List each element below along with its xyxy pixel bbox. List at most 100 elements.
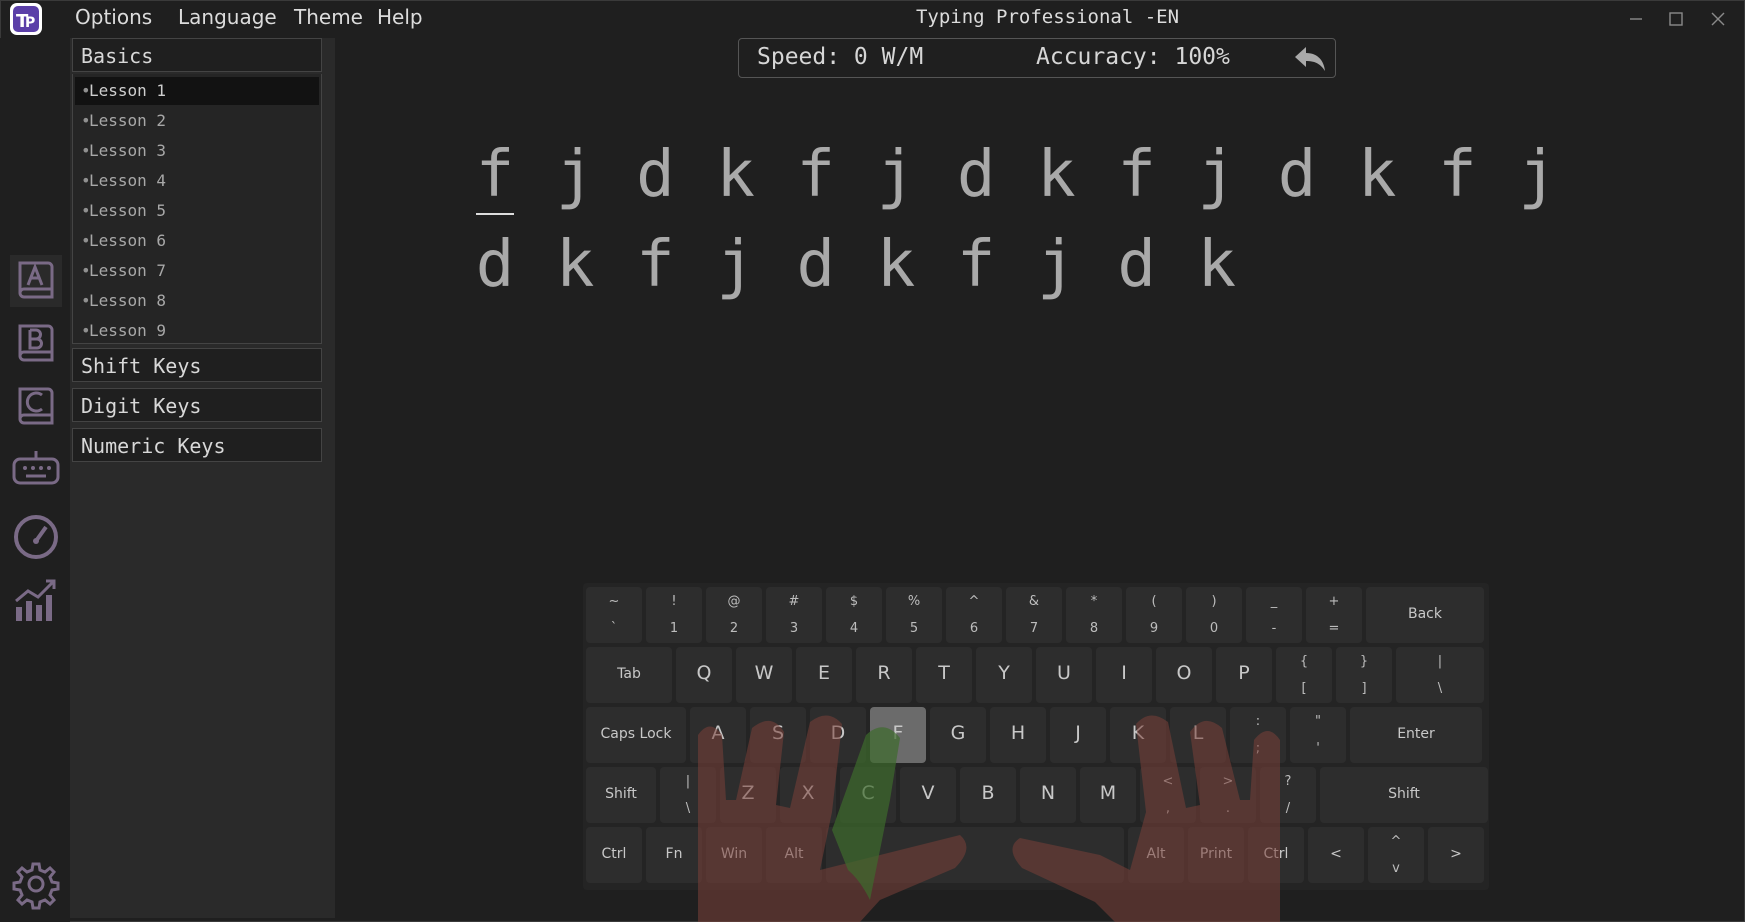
key-v[interactable]: V xyxy=(900,767,956,823)
key-left-arrow[interactable]: < xyxy=(1308,827,1364,883)
category-digit-keys[interactable]: Digit Keys xyxy=(72,388,322,422)
key-space[interactable] xyxy=(826,827,1124,883)
key-ctrl[interactable]: Ctrl xyxy=(1248,827,1304,883)
key-symbol[interactable]: * 8 xyxy=(1066,587,1122,643)
lesson-item[interactable]: • Lesson 7 xyxy=(75,257,319,285)
key-a[interactable]: A xyxy=(690,707,746,763)
key-shift-label: } xyxy=(1359,654,1369,669)
key-enter[interactable]: Enter xyxy=(1350,707,1482,763)
key-symbol[interactable]: ~ ` xyxy=(586,587,642,643)
key-label: = xyxy=(1328,621,1340,636)
key-s[interactable]: S xyxy=(750,707,806,763)
key-symbol[interactable]: ! 1 xyxy=(646,587,702,643)
key-label: W xyxy=(754,662,774,684)
maximize-icon[interactable] xyxy=(1663,6,1689,32)
lesson-item[interactable]: • Lesson 6 xyxy=(75,227,319,255)
key-x[interactable]: X xyxy=(780,767,836,823)
key-alt[interactable]: Alt xyxy=(1128,827,1184,883)
key-right-arrow[interactable]: > xyxy=(1428,827,1484,883)
key-symbol[interactable]: >. xyxy=(1200,767,1256,823)
key-symbol[interactable]: ) 0 xyxy=(1186,587,1242,643)
key-r[interactable]: R xyxy=(856,647,912,703)
key-caps-lock[interactable]: Caps Lock xyxy=(586,707,686,763)
lesson-item[interactable]: • Lesson 1 xyxy=(75,77,319,105)
key-symbol[interactable]: | \ xyxy=(660,767,716,823)
key-symbol[interactable]: _ - xyxy=(1246,587,1302,643)
statistics-icon[interactable] xyxy=(10,573,62,625)
key-symbol[interactable]: ? / xyxy=(1260,767,1316,823)
key-shift-label: % xyxy=(907,594,921,609)
lesson-c-icon[interactable] xyxy=(10,381,62,433)
category-basics[interactable]: Basics xyxy=(72,38,322,72)
key-u[interactable]: U xyxy=(1036,647,1092,703)
category-numeric-keys[interactable]: Numeric Keys xyxy=(72,428,322,462)
key-h[interactable]: H xyxy=(990,707,1046,763)
key-d[interactable]: D xyxy=(810,707,866,763)
key-symbol[interactable]: {[ xyxy=(1276,647,1332,703)
key-label: Print xyxy=(1199,846,1233,862)
key-p[interactable]: P xyxy=(1216,647,1272,703)
key-q[interactable]: Q xyxy=(676,647,732,703)
key-alt[interactable]: Alt xyxy=(766,827,822,883)
key-m[interactable]: M xyxy=(1080,767,1136,823)
key-symbol[interactable]: #3 xyxy=(766,587,822,643)
key-shift-label: @ xyxy=(727,594,741,609)
key-shift[interactable]: Shift xyxy=(1320,767,1488,823)
key-symbol[interactable]: <, xyxy=(1140,767,1196,823)
key-back[interactable]: Back xyxy=(1366,587,1484,643)
key-print[interactable]: Print xyxy=(1188,827,1244,883)
keyboard-game-icon[interactable] xyxy=(10,445,62,497)
key-c[interactable]: C xyxy=(840,767,896,823)
lesson-item[interactable]: • Lesson 4 xyxy=(75,167,319,195)
key-win[interactable]: Win xyxy=(706,827,762,883)
lesson-item[interactable]: • Lesson 5 xyxy=(75,197,319,225)
key-w[interactable]: W xyxy=(736,647,792,703)
key-k[interactable]: K xyxy=(1110,707,1166,763)
key-ctrl[interactable]: Ctrl xyxy=(586,827,642,883)
key-label: ' xyxy=(1316,741,1320,756)
settings-gear-icon[interactable] xyxy=(10,858,62,910)
close-icon[interactable] xyxy=(1705,6,1731,32)
key-n[interactable]: N xyxy=(1020,767,1076,823)
key-b[interactable]: B xyxy=(960,767,1016,823)
key-symbol[interactable]: % 5 xyxy=(886,587,942,643)
key-f[interactable]: F xyxy=(870,707,926,763)
lesson-item[interactable]: • Lesson 2 xyxy=(75,107,319,135)
key-symbol[interactable]: | \ xyxy=(1396,647,1484,703)
key-label: < xyxy=(1330,846,1342,862)
lesson-item[interactable]: • Lesson 9 xyxy=(75,317,319,345)
key-j[interactable]: J xyxy=(1050,707,1106,763)
key-symbol[interactable]: :; xyxy=(1230,707,1286,763)
key-o[interactable]: O xyxy=(1156,647,1212,703)
key-z[interactable]: Z xyxy=(720,767,776,823)
key-y[interactable]: Y xyxy=(976,647,1032,703)
key-symbol[interactable]: @2 xyxy=(706,587,762,643)
lesson-item[interactable]: • Lesson 3 xyxy=(75,137,319,165)
key-shift[interactable]: Shift xyxy=(586,767,656,823)
key-tab[interactable]: Tab xyxy=(586,647,672,703)
key-symbol[interactable]: }] xyxy=(1336,647,1392,703)
speedometer-icon[interactable] xyxy=(10,511,62,563)
restart-arrow-icon[interactable] xyxy=(1292,41,1328,75)
key-symbol[interactable]: & 7 xyxy=(1006,587,1062,643)
key-symbol[interactable]: + = xyxy=(1306,587,1362,643)
key-symbol[interactable]: " ' xyxy=(1290,707,1346,763)
key-l[interactable]: L xyxy=(1170,707,1226,763)
key-symbol[interactable]: ^ v xyxy=(1368,827,1424,883)
lesson-item[interactable]: • Lesson 8 xyxy=(75,287,319,315)
minimize-icon[interactable] xyxy=(1623,6,1649,32)
key-symbol[interactable]: ^ 6 xyxy=(946,587,1002,643)
key-g[interactable]: G xyxy=(930,707,986,763)
key-symbol[interactable]: (9 xyxy=(1126,587,1182,643)
key-label: Q xyxy=(696,662,712,684)
lesson-b-icon[interactable] xyxy=(10,318,62,370)
key-t[interactable]: T xyxy=(916,647,972,703)
key-label: J xyxy=(1075,722,1081,744)
key-fn[interactable]: Fn xyxy=(646,827,702,883)
key-i[interactable]: I xyxy=(1096,647,1152,703)
key-e[interactable]: E xyxy=(796,647,852,703)
key-symbol[interactable]: $4 xyxy=(826,587,882,643)
category-shift-keys[interactable]: Shift Keys xyxy=(72,348,322,382)
lesson-a-icon[interactable] xyxy=(10,255,62,307)
exercise-letter: f xyxy=(1117,138,1156,212)
